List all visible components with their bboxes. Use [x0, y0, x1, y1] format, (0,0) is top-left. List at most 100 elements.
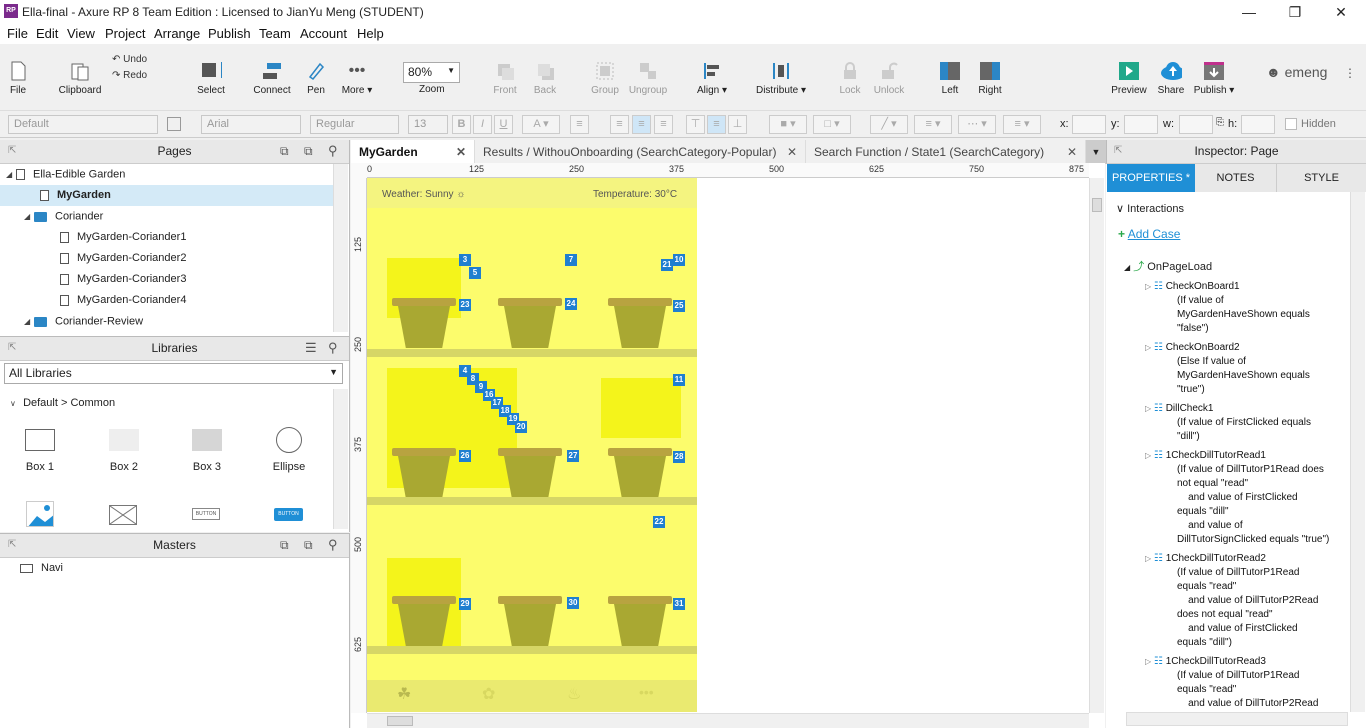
interaction-badge[interactable]: 23 [459, 299, 471, 311]
case-item[interactable]: ▷ ☷ DillCheck1 (If value of FirstClicked … [1145, 402, 1341, 444]
plant-pot[interactable] [608, 448, 672, 498]
toolbar-overflow-icon[interactable]: ⋮ [1344, 66, 1356, 80]
page-tree-item[interactable]: MyGarden-Coriander3 [60, 269, 186, 290]
menu-account[interactable]: Account [300, 26, 347, 41]
scroll-thumb[interactable] [1092, 198, 1102, 212]
undo-button[interactable]: ↶ Undo [112, 54, 147, 65]
plant-pot[interactable] [392, 448, 456, 498]
case-item[interactable]: ▷ ☷ 1CheckDillTutorRead1 (If value of Dil… [1145, 449, 1341, 547]
master-item[interactable]: Navi [20, 558, 63, 579]
redo-button[interactable]: ↷ Redo [112, 70, 147, 81]
libraries-scrollbar[interactable] [333, 389, 348, 529]
plant-pot[interactable] [392, 596, 456, 646]
restore-icon[interactable]: ❐ [1272, 0, 1318, 24]
close-tab-icon[interactable]: ✕ [1067, 140, 1077, 164]
interaction-badge[interactable]: 31 [673, 598, 685, 610]
collapse-icon[interactable]: ⇱ [8, 342, 16, 353]
interaction-badge[interactable]: 22 [653, 516, 665, 528]
tab-search-function[interactable]: Search Function / State1 (SearchCategory… [806, 140, 1086, 164]
lock-button[interactable]: Lock [836, 44, 864, 104]
style-select[interactable]: Default [8, 115, 158, 134]
zoom-select[interactable]: 80% ▼ [403, 62, 460, 83]
align-right-icon[interactable]: ≡ [654, 115, 673, 134]
font-select[interactable]: Arial [201, 115, 301, 134]
pen-button[interactable]: Pen [302, 44, 330, 104]
valign-top-icon[interactable]: ⊤ [686, 115, 705, 134]
chef-nav-icon[interactable]: ♨ [567, 684, 581, 704]
bullet-list-icon[interactable]: ≡ [570, 115, 589, 134]
widget-box3[interactable]: Box 3 [177, 429, 237, 473]
menu-icon[interactable]: ☰ [305, 340, 317, 356]
scroll-thumb[interactable] [387, 716, 413, 726]
interaction-badge[interactable]: 25 [673, 300, 685, 312]
minimize-icon[interactable]: — [1226, 0, 1272, 24]
add-folder-icon[interactable]: ⧉ [304, 538, 313, 553]
page-tree-item[interactable]: MyGarden-Coriander2 [60, 248, 186, 269]
interaction-badge[interactable]: 7 [565, 254, 577, 266]
plant-pot[interactable] [498, 596, 562, 646]
add-folder-icon[interactable]: ⧉ [304, 144, 313, 159]
menu-edit[interactable]: Edit [36, 26, 58, 41]
page-tree-item[interactable]: MyGarden-Coriander4 [60, 290, 186, 311]
menu-view[interactable]: View [67, 26, 95, 41]
select-button[interactable]: Select [180, 44, 242, 104]
page-tree-item-selected[interactable]: MyGarden [0, 185, 334, 206]
menu-help[interactable]: Help [357, 26, 384, 41]
plant-pot[interactable] [608, 298, 672, 348]
interaction-badge[interactable]: 29 [459, 598, 471, 610]
canvas-vertical-scrollbar[interactable] [1089, 178, 1104, 713]
line-color-button[interactable]: ╱ ▾ [870, 115, 908, 134]
valign-middle-icon[interactable]: ≡ [707, 115, 726, 134]
leaf-nav-icon[interactable]: ✿ [482, 684, 495, 704]
y-input[interactable] [1124, 115, 1158, 134]
bold-button[interactable]: B [452, 115, 471, 134]
ungroup-button[interactable]: Ungroup [626, 44, 670, 104]
menu-file[interactable]: File [7, 26, 28, 41]
search-icon[interactable]: ⚲ [328, 340, 338, 356]
menu-arrange[interactable]: Arrange [154, 26, 200, 41]
collapse-icon[interactable]: ⇱ [8, 145, 16, 156]
close-tab-icon[interactable]: ✕ [787, 140, 797, 164]
case-item[interactable]: ▷ ☷ 1CheckDillTutorRead3 (If value of Dil… [1145, 655, 1341, 710]
tabs-overflow-icon[interactable]: ▼ [1086, 140, 1106, 164]
inspector-scrollbar[interactable] [1350, 192, 1365, 712]
tab-notes[interactable]: NOTES [1195, 164, 1277, 192]
line-style-button[interactable]: ⋯ ▾ [958, 115, 996, 134]
primary-button-widget-icon[interactable]: BUTTON [274, 508, 303, 521]
widget-box1[interactable]: Box 1 [10, 429, 70, 473]
font-color-button[interactable]: A ▾ [522, 115, 560, 134]
event-onpageload[interactable]: ◢ ⤴ OnPageLoad [1124, 258, 1212, 274]
button-widget-icon[interactable]: BUTTON [192, 508, 220, 520]
search-icon[interactable]: ⚲ [328, 143, 338, 159]
page-tree-item[interactable]: MyGarden-Coriander1 [60, 227, 186, 248]
back-button[interactable]: Back [530, 44, 560, 104]
distribute-button[interactable]: Distribute ▾ [756, 44, 806, 104]
page-tree-folder[interactable]: ◢ Coriander-Review [24, 311, 143, 332]
right-button[interactable]: Right [976, 44, 1004, 104]
plant-pot[interactable] [498, 448, 562, 498]
placeholder-widget-icon[interactable] [109, 505, 137, 525]
tab-style[interactable]: STYLE [1277, 164, 1366, 192]
interaction-badge[interactable]: 20 [515, 421, 527, 433]
x-input[interactable] [1072, 115, 1106, 134]
menu-project[interactable]: Project [105, 26, 145, 41]
case-item[interactable]: ▷ ☷ CheckOnBoard2 (Else If value of MyGar… [1145, 341, 1341, 397]
canvas-horizontal-scrollbar[interactable] [367, 713, 1089, 728]
hidden-checkbox[interactable] [1285, 118, 1297, 130]
image-widget-icon[interactable] [26, 501, 54, 527]
valign-bottom-icon[interactable]: ⊥ [728, 115, 747, 134]
weight-select[interactable]: Regular [310, 115, 399, 134]
arrow-style-button[interactable]: ≡ ▾ [1003, 115, 1041, 134]
library-group[interactable]: ∨ Default > Common [10, 397, 115, 409]
interaction-badge[interactable]: 26 [459, 450, 471, 462]
align-button[interactable]: Align ▾ [694, 44, 730, 104]
search-icon[interactable]: ⚲ [328, 537, 338, 553]
more-button[interactable]: ••• More ▾ [340, 44, 374, 104]
interaction-badge[interactable]: 28 [673, 451, 685, 463]
tab-results[interactable]: Results / WithouOnboarding (SearchCatego… [475, 140, 806, 164]
close-icon[interactable]: ✕ [1318, 0, 1364, 24]
interactions-header[interactable]: ∨ Interactions [1116, 202, 1184, 215]
italic-button[interactable]: I [473, 115, 492, 134]
inspector-horizontal-scrollbar[interactable] [1126, 712, 1348, 726]
interaction-badge[interactable]: 5 [469, 267, 481, 279]
